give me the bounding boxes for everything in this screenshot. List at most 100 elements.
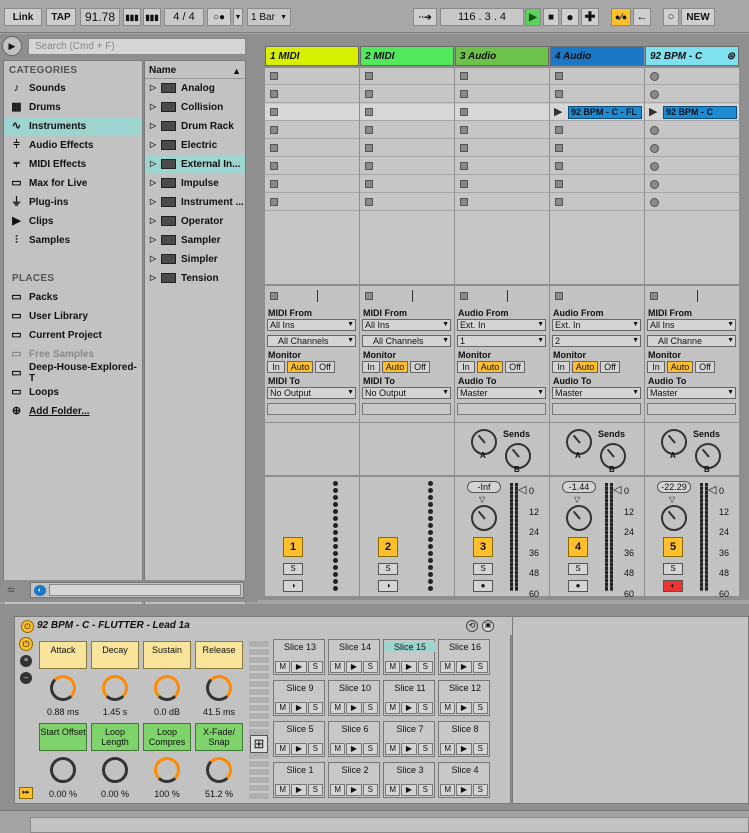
mute-button[interactable]: M	[330, 743, 346, 755]
pan-knob[interactable]	[471, 505, 497, 531]
place-item[interactable]: ▭ Deep-House-Explored-T	[4, 362, 141, 384]
output-channel-field[interactable]	[362, 403, 451, 415]
slice-pad[interactable]: Slice 1 M ▶ S	[273, 762, 325, 798]
clip-slot[interactable]	[455, 122, 549, 139]
clip-slot[interactable]	[455, 176, 549, 193]
metronome-icon[interactable]: ○●	[207, 8, 231, 26]
track-header[interactable]: 92 BPM - C ⊜	[645, 46, 739, 66]
monitor-in-button[interactable]: In	[267, 361, 285, 373]
power-icon[interactable]: ⏻	[19, 637, 33, 651]
slice-pad[interactable]: Slice 16 M ▶ S	[438, 639, 490, 675]
browser-item[interactable]: ▷ Collision	[145, 98, 245, 116]
record-slot-icon[interactable]	[650, 90, 659, 99]
output-type-select[interactable]: Master	[552, 387, 641, 399]
stop-slot-icon[interactable]	[365, 144, 373, 152]
stop-slot-icon[interactable]	[555, 144, 563, 152]
browser-item[interactable]: ▷ Electric	[145, 136, 245, 154]
clip-slot[interactable]	[645, 176, 739, 193]
mute-button[interactable]: M	[440, 784, 456, 796]
solo-button[interactable]: S	[307, 743, 323, 755]
clip-slot[interactable]: ▶ 92 BPM - C - FL	[550, 104, 644, 121]
solo-button[interactable]: S	[417, 743, 433, 755]
clip-slot[interactable]	[360, 176, 454, 193]
disclosure-triangle-icon[interactable]: ▷	[150, 102, 156, 111]
category-samples[interactable]: ⫶ Samples	[4, 231, 141, 249]
slice-pad[interactable]: Slice 15 M ▶ S	[383, 639, 436, 675]
stop-slot-icon[interactable]	[365, 72, 373, 80]
expand-icon[interactable]: ▸▸	[19, 787, 33, 799]
solo-button[interactable]: S	[472, 661, 488, 673]
clip-slot[interactable]	[265, 86, 359, 103]
pad-grid-icon[interactable]: ⊞	[250, 735, 268, 753]
clip-slot[interactable]	[550, 86, 644, 103]
monitor-off-button[interactable]: Off	[315, 361, 335, 373]
param-knob[interactable]	[50, 675, 76, 701]
solo-button[interactable]: S	[472, 702, 488, 714]
browser-item[interactable]: ▷ Instrument ...	[145, 193, 245, 211]
quantize-select[interactable]: 1 Bar ▼	[247, 8, 291, 26]
stop-slot-icon[interactable]	[555, 162, 563, 170]
clip-slot[interactable]	[265, 104, 359, 121]
volume-field[interactable]: -1.44	[562, 481, 596, 493]
mute-button[interactable]: M	[330, 702, 346, 714]
stop-slot-icon[interactable]	[270, 162, 278, 170]
mute-button[interactable]: M	[440, 743, 456, 755]
name-column-header[interactable]: Name ▲	[145, 63, 245, 79]
input-type-select[interactable]: All Ins	[267, 319, 356, 331]
disclosure-triangle-icon[interactable]: ▷	[150, 197, 156, 206]
solo-button[interactable]: S	[378, 563, 398, 575]
clip-slot[interactable]	[360, 86, 454, 103]
clip-slot[interactable]	[550, 176, 644, 193]
play-icon[interactable]: ▶	[525, 8, 541, 26]
disclosure-triangle-icon[interactable]: ▷	[150, 235, 156, 244]
monitor-auto-button[interactable]: Auto	[667, 361, 693, 373]
mute-button[interactable]: M	[275, 784, 291, 796]
monitor-auto-button[interactable]: Auto	[287, 361, 313, 373]
clip-slot[interactable]	[550, 68, 644, 85]
clip-slot[interactable]	[455, 140, 549, 157]
play-slice-icon[interactable]: ▶	[291, 702, 307, 714]
clip-slot[interactable]	[645, 158, 739, 175]
clip-slot[interactable]	[455, 194, 549, 211]
input-channel-select[interactable]: All Channels	[267, 335, 356, 347]
clip-slot[interactable]	[360, 140, 454, 157]
clip-slot[interactable]	[455, 158, 549, 175]
disclosure-triangle-icon[interactable]: ▷	[150, 121, 156, 130]
play-slice-icon[interactable]: ▶	[401, 743, 417, 755]
tap-button[interactable]: TAP	[46, 8, 76, 26]
play-slice-icon[interactable]: ▶	[456, 702, 472, 714]
stop-slot-icon[interactable]	[555, 72, 563, 80]
solo-button[interactable]: S	[568, 563, 588, 575]
play-slice-icon[interactable]: ▶	[401, 702, 417, 714]
stop-slot-icon[interactable]	[270, 198, 278, 206]
param-knob[interactable]	[102, 675, 128, 701]
track-header[interactable]: 3 Audio	[455, 46, 549, 66]
category-audio-effects[interactable]: ⫩ Audio Effects	[4, 136, 141, 154]
follow-icon[interactable]: ⋅⋅➔	[413, 8, 437, 26]
stop-slot-icon[interactable]	[365, 126, 373, 134]
clip[interactable]: 92 BPM - C	[663, 106, 737, 119]
mute-button[interactable]: M	[330, 661, 346, 673]
browser-toggle-icon[interactable]: ▶	[2, 36, 22, 56]
arm-button[interactable]: ●	[568, 580, 588, 592]
param-knob[interactable]	[50, 757, 76, 783]
slice-pad[interactable]: Slice 5 M ▶ S	[273, 721, 325, 757]
monitor-auto-button[interactable]: Auto	[382, 361, 408, 373]
solo-button[interactable]: S	[663, 563, 683, 575]
play-slice-icon[interactable]: ▶	[456, 784, 472, 796]
place-item[interactable]: ▭ Loops	[4, 383, 141, 401]
mute-button[interactable]: M	[275, 702, 291, 714]
track-activator-button[interactable]: 4	[568, 537, 588, 557]
clip-slot[interactable]	[645, 86, 739, 103]
volume-field[interactable]: -Inf	[467, 481, 501, 493]
fader-thumb-icon[interactable]: ◁	[708, 483, 716, 496]
record-slot-icon[interactable]	[650, 198, 659, 207]
output-channel-field[interactable]	[267, 403, 356, 415]
metronome-menu-icon[interactable]: ▼	[233, 8, 243, 26]
slice-pad[interactable]: Slice 14 M ▶ S	[328, 639, 380, 675]
browser-item[interactable]: ▷ Simpler	[145, 250, 245, 268]
stop-slot-icon[interactable]	[460, 180, 468, 188]
pan-knob[interactable]	[566, 505, 592, 531]
solo-button[interactable]: S	[362, 784, 378, 796]
time-signature[interactable]: 4 / 4	[164, 8, 204, 26]
